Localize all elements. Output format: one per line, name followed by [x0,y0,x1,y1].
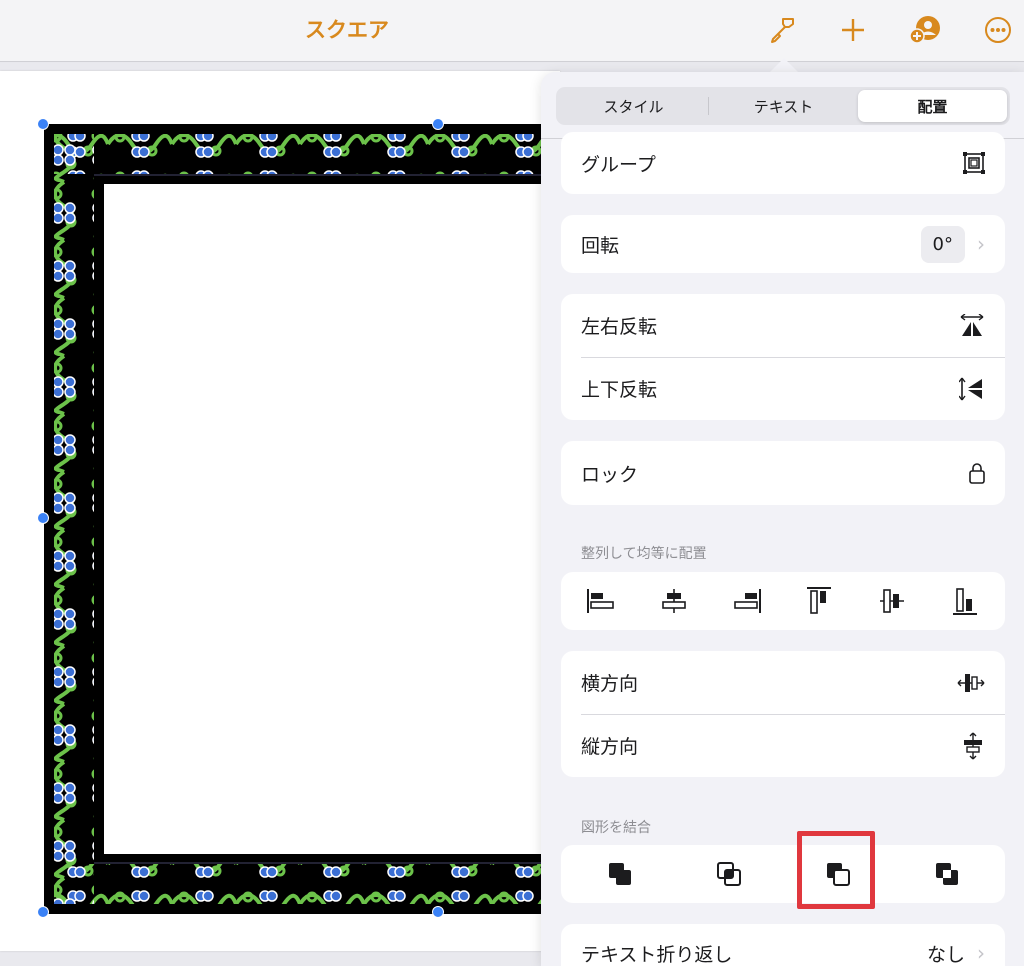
align-top-icon[interactable] [794,581,844,621]
distribute-vertical-label: 縦方向 [581,736,639,758]
flip-horizontal-row[interactable]: 左右反転 [561,294,1005,357]
distribute-vertical-row[interactable]: 縦方向 [561,714,1005,777]
combine-card [561,845,1005,903]
group-row[interactable]: グループ [561,132,1005,194]
distribute-horizontal-icon [957,671,985,695]
add-person-icon[interactable] [907,12,943,48]
group-icon [963,152,985,174]
chevron-right-icon: › [977,941,985,965]
rotate-label: 回転 [581,234,620,257]
group-label: グループ [581,153,656,176]
align-middle-icon[interactable] [867,581,917,621]
combine-section-label: 図形を結合 [581,820,651,836]
align-center-icon[interactable] [649,581,699,621]
align-card [561,572,1005,630]
text-wrap-card: テキスト折り返し なし › [561,924,1005,966]
group-card: グループ [561,132,1005,194]
rotate-card: 回転 0° › [561,215,1005,273]
decorative-frame-shape[interactable] [44,124,564,914]
flip-horizontal-icon [959,313,985,338]
toolbar: スクエア [0,0,1024,62]
more-icon[interactable] [980,12,1016,48]
text-wrap-label: テキスト折り返し [581,943,733,966]
document-title[interactable]: スクエア [0,14,694,44]
text-wrap-row[interactable]: テキスト折り返し なし › [561,924,1005,966]
lock-row[interactable]: ロック [561,441,1005,505]
selection-handle[interactable] [432,906,444,918]
lock-card: ロック [561,441,1005,505]
document-page [0,71,564,951]
format-panel: スタイル テキスト 配置 グループ 回転 0° › 左右反転 上下反転 ロック … [541,72,1024,966]
lock-icon [969,462,985,484]
tab-arrange[interactable]: 配置 [858,90,1007,122]
rotate-value[interactable]: 0° [920,225,965,263]
exclude-icon[interactable] [922,854,972,894]
align-right-icon[interactable] [722,581,772,621]
tab-text[interactable]: テキスト [709,90,858,122]
text-wrap-value: なし [926,943,965,966]
align-left-icon[interactable] [576,581,626,621]
distribute-card: 横方向 縦方向 [561,651,1005,777]
flip-vertical-row[interactable]: 上下反転 [561,357,1005,420]
rotate-row[interactable]: 回転 0° › [561,215,1005,273]
popover-arrow [770,58,798,72]
flip-horizontal-label: 左右反転 [581,316,658,338]
lock-label: ロック [581,463,639,486]
flip-card: 左右反転 上下反転 [561,294,1005,420]
flip-vertical-icon [959,376,985,402]
paintbrush-icon[interactable] [764,12,800,48]
distribute-horizontal-row[interactable]: 横方向 [561,651,1005,714]
flip-vertical-label: 上下反転 [581,379,658,401]
distribute-horizontal-label: 横方向 [581,673,639,695]
selection-handle[interactable] [432,118,444,130]
unite-icon[interactable] [595,854,645,894]
selection-handle[interactable] [37,906,49,918]
chevron-right-icon: › [977,232,985,256]
format-tabs: スタイル テキスト 配置 [556,87,1010,125]
align-section-label: 整列して均等に配置 [581,546,707,562]
selection-handle[interactable] [37,118,49,130]
distribute-vertical-icon [961,732,985,760]
intersect-icon[interactable] [704,854,754,894]
selection-handle[interactable] [37,512,49,524]
align-bottom-icon[interactable] [940,581,990,621]
tab-style[interactable]: スタイル [559,90,708,122]
plus-icon[interactable] [835,12,871,48]
subtract-icon[interactable] [813,854,863,894]
